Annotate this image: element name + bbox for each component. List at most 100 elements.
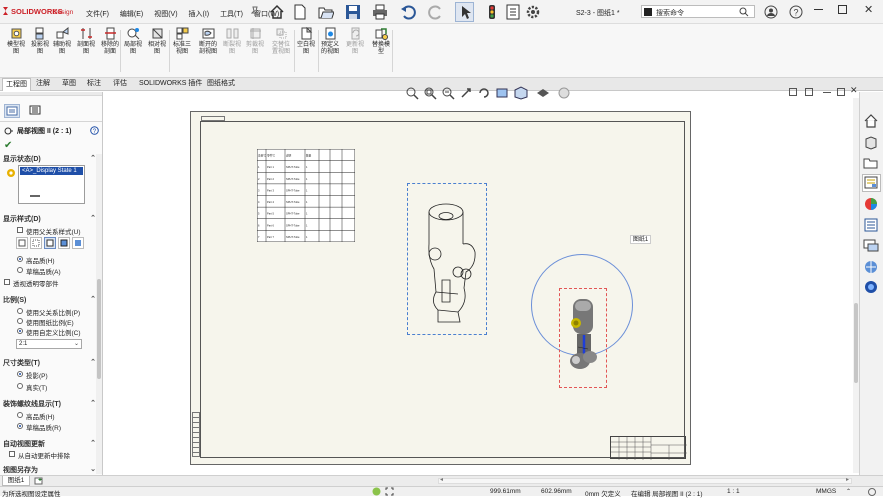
auto-update-exclude-checkbox[interactable] [9,451,15,457]
search-input[interactable]: 搜索命令 [656,8,684,18]
graphics-area[interactable]: ✕ 项目号 零件号 说明 数量 1 Part 1 SPHT-Tube 1 2 Part 2 SPHT… [104,85,859,475]
undo-icon[interactable] [400,4,416,20]
relative-view-button[interactable]: 相对视 图 [145,27,169,75]
close-icon[interactable]: ✕ [864,3,873,16]
menu-tools[interactable]: 工具(T) [220,11,243,18]
display-style-heading[interactable]: 显示样式(D) ⌃ [3,214,96,224]
viewport-minimize-icon[interactable] [823,92,831,93]
pin-icon[interactable] [251,6,259,16]
display-style-toolbar-icon[interactable] [534,84,552,102]
forum-icon[interactable] [863,238,879,254]
dim-projected-radio[interactable] [17,371,23,377]
appearances-icon[interactable] [863,196,879,212]
thread-draft-radio[interactable] [17,423,23,429]
shaded-icon[interactable] [72,237,84,249]
pan-icon[interactable] [458,84,474,102]
model-view-button[interactable]: 模型视 图 [4,27,28,75]
file-explorer-icon[interactable] [863,155,879,171]
menu-edit[interactable]: 编辑(E) [120,11,143,18]
appearance-sphere-icon[interactable] [556,84,572,102]
drawing-view-front[interactable] [407,183,487,335]
shaded-with-edges-icon[interactable] [58,237,70,249]
scale-sheet-radio[interactable] [17,318,23,324]
expand-status-icon[interactable] [385,487,394,496]
draft-quality-radio[interactable] [17,267,23,273]
user-account-icon[interactable] [764,5,778,19]
restore-icon[interactable] [838,5,847,14]
scale-parent-radio[interactable] [17,308,23,314]
home-icon[interactable] [269,4,285,20]
sheet-tab[interactable]: 图纸1 [2,476,30,486]
select-icon[interactable] [455,2,474,22]
section-view-toolbar-icon[interactable] [494,84,510,102]
replace-model-button[interactable]: 替换模 型 [369,27,393,75]
panel-scrollbar[interactable] [96,154,102,474]
menu-view[interactable]: 视图(V) [154,11,177,18]
menu-file[interactable]: 文件(F) [86,11,109,18]
display-state-list[interactable]: <A>_Display State 1 [18,165,85,204]
thread-high-radio[interactable] [17,412,23,418]
help-icon[interactable]: ? [789,5,803,19]
split-view-icon[interactable] [789,88,797,96]
break-view-button[interactable]: 断裂视 图 [220,27,244,75]
units-chevron-icon[interactable]: ⌃ [846,488,851,495]
panel-help-icon[interactable]: ? [90,126,99,135]
tab-2[interactable]: 草图 [59,78,79,91]
scale-custom-radio[interactable] [17,328,23,334]
auto-update-heading[interactable]: 自动视图更新 ⌃ [3,439,96,449]
scale-select[interactable]: 2:1 ⌄ [16,339,82,349]
tab-1[interactable]: 注解 [33,78,53,91]
save-icon[interactable] [345,4,361,20]
ok-checkmark-icon[interactable]: ✔ [4,140,12,151]
panel-splitter[interactable] [0,92,102,96]
3dexperience-icon[interactable] [863,279,879,295]
scroll-left-icon[interactable]: ◂ [440,476,443,483]
horizontal-scrollbar[interactable] [438,478,852,484]
detail-view-ii[interactable] [559,288,607,388]
solidworks-xdesign-icon[interactable] [863,259,879,275]
status-info-icon[interactable] [868,488,876,496]
search-box[interactable]: 搜索命令 [641,5,755,18]
custom-properties-icon[interactable] [863,217,879,233]
tab-0[interactable]: 工程图 [2,78,31,91]
crop-view-button[interactable]: 剪裁视 图 [243,27,267,75]
file-properties-icon[interactable] [505,4,521,20]
solidworks-resources-icon[interactable] [863,113,879,129]
list-scroll-grip[interactable] [30,195,40,197]
tab-4[interactable]: 评估 [110,78,130,91]
design-library-icon[interactable] [863,135,879,151]
tab-3[interactable]: 标注 [84,78,104,91]
broken-out-section-button[interactable]: 断开的 剖视图 [196,27,220,75]
print-icon[interactable] [372,4,388,20]
standard-3view-button[interactable]: 标准三 视图 [170,27,194,75]
transparent-parts-checkbox[interactable] [4,279,10,285]
open-document-icon[interactable] [318,4,334,20]
use-parent-style-checkbox[interactable] [17,227,23,233]
viewport-close-icon[interactable]: ✕ [850,85,858,96]
tile-view-icon[interactable] [805,88,813,96]
auxiliary-view-button[interactable]: 辅助视 图 [50,27,74,75]
tab-5[interactable]: SOLIDWORKS 插件 [136,78,205,91]
thread-display-heading[interactable]: 装饰螺纹线显示(T) ⌃ [3,399,96,409]
rebuild-icon[interactable] [487,4,497,20]
add-sheet-icon[interactable] [34,477,44,485]
zoom-area-icon[interactable] [422,84,438,102]
tab-6[interactable]: 图纸格式 [204,78,238,91]
feature-tree-tab-icon[interactable] [4,104,20,118]
update-view-button[interactable]: 更新视 图 [343,27,367,75]
alternate-position-button[interactable]: 交替位 置视图 [269,27,293,75]
display-state-heading[interactable]: 显示状态(D) ⌃ [3,154,96,164]
dimension-type-heading[interactable]: 尺寸类型(T) ⌃ [3,358,96,368]
viewport-restore-icon[interactable] [837,88,845,96]
dim-true-radio[interactable] [17,383,23,389]
scale-heading[interactable]: 比例(S) ⌃ [3,295,96,305]
rotate-view-icon[interactable] [476,84,492,102]
predefined-view-button[interactable]: 预定义 的视图 [318,27,342,75]
empty-view-button[interactable]: 空白视 图 [294,27,318,75]
high-quality-radio[interactable] [17,256,23,262]
scroll-right-icon[interactable]: ▸ [846,476,849,483]
redo-icon[interactable] [428,4,444,20]
section-view-button[interactable]: 剖面视 图 [74,27,98,75]
display-state-list-item[interactable]: <A>_Display State 1 [20,167,83,175]
hidden-lines-visible-icon[interactable] [30,237,42,249]
